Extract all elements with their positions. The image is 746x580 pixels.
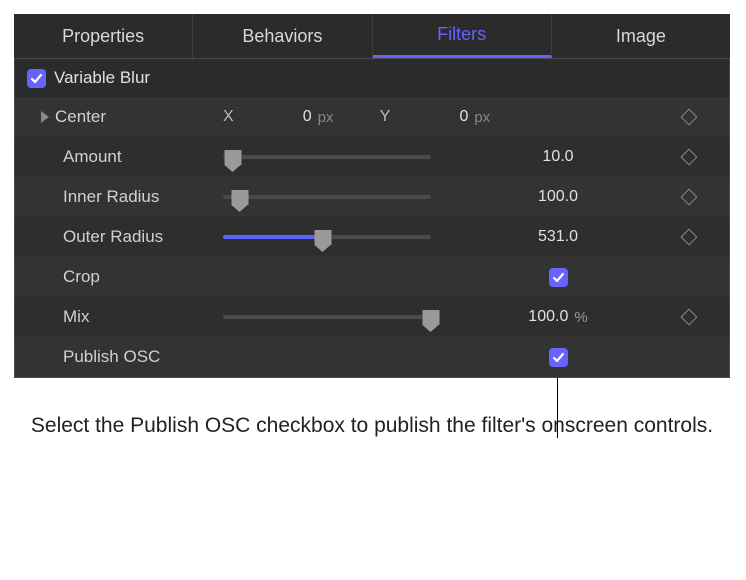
center-y-label: Y bbox=[380, 108, 391, 126]
param-label-inner-radius: Inner Radius bbox=[63, 187, 159, 207]
mix-unit: % bbox=[574, 309, 587, 326]
center-x-value[interactable]: 0 bbox=[240, 108, 312, 126]
param-row-center: Center X 0 px Y 0 px bbox=[15, 97, 729, 137]
caption-text: Select the Publish OSC checkbox to publi… bbox=[14, 412, 730, 440]
param-row-mix: Mix 100.0 % bbox=[15, 297, 729, 337]
publish-osc-checkbox[interactable] bbox=[549, 348, 568, 367]
inspector-tabs: Properties Behaviors Filters Image bbox=[14, 14, 730, 58]
inspector-panel: Properties Behaviors Filters Image Varia… bbox=[14, 14, 730, 378]
param-label-mix: Mix bbox=[63, 307, 89, 327]
filter-title: Variable Blur bbox=[54, 68, 150, 88]
center-x-unit: px bbox=[318, 109, 346, 126]
outer-radius-slider[interactable] bbox=[223, 227, 431, 247]
mix-slider[interactable] bbox=[223, 307, 431, 327]
param-label-crop: Crop bbox=[63, 267, 100, 287]
mix-value[interactable]: 100.0 bbox=[528, 308, 568, 326]
param-row-publish-osc: Publish OSC bbox=[15, 337, 729, 377]
amount-slider[interactable] bbox=[223, 147, 431, 167]
center-y-unit: px bbox=[474, 109, 502, 126]
keyframe-diamond-icon[interactable] bbox=[681, 229, 698, 246]
param-row-inner-radius: Inner Radius 100.0 bbox=[15, 177, 729, 217]
filter-enable-checkbox[interactable] bbox=[27, 69, 46, 88]
inner-radius-slider[interactable] bbox=[223, 187, 431, 207]
slider-thumb-icon[interactable] bbox=[225, 150, 242, 165]
disclosure-triangle-icon[interactable] bbox=[41, 111, 49, 123]
center-x-label: X bbox=[223, 108, 234, 126]
param-row-amount: Amount 10.0 bbox=[15, 137, 729, 177]
param-row-outer-radius: Outer Radius 531.0 bbox=[15, 217, 729, 257]
amount-value[interactable]: 10.0 bbox=[542, 148, 573, 166]
outer-radius-value[interactable]: 531.0 bbox=[538, 228, 578, 246]
tab-properties[interactable]: Properties bbox=[14, 14, 193, 58]
keyframe-diamond-icon[interactable] bbox=[681, 189, 698, 206]
center-y-value[interactable]: 0 bbox=[396, 108, 468, 126]
crop-checkbox[interactable] bbox=[549, 268, 568, 287]
keyframe-diamond-icon[interactable] bbox=[681, 309, 698, 326]
keyframe-diamond-icon[interactable] bbox=[681, 149, 698, 166]
filter-header: Variable Blur bbox=[15, 59, 729, 97]
tab-filters[interactable]: Filters bbox=[373, 14, 552, 58]
slider-thumb-icon[interactable] bbox=[231, 190, 248, 205]
callout: Select the Publish OSC checkbox to publi… bbox=[14, 412, 730, 440]
param-label-publish-osc: Publish OSC bbox=[63, 347, 160, 367]
slider-thumb-icon[interactable] bbox=[314, 230, 331, 245]
param-row-crop: Crop bbox=[15, 257, 729, 297]
keyframe-diamond-icon[interactable] bbox=[681, 109, 698, 126]
tab-image[interactable]: Image bbox=[552, 14, 730, 58]
tab-behaviors[interactable]: Behaviors bbox=[193, 14, 372, 58]
param-label-center: Center bbox=[55, 107, 106, 127]
center-xy-group: X 0 px Y 0 px bbox=[223, 108, 667, 126]
param-label-outer-radius: Outer Radius bbox=[63, 227, 163, 247]
inner-radius-value[interactable]: 100.0 bbox=[538, 188, 578, 206]
callout-line-icon bbox=[557, 378, 558, 438]
slider-thumb-icon[interactable] bbox=[423, 310, 440, 325]
filter-parameters: Variable Blur Center X 0 px Y 0 px Amoun… bbox=[14, 58, 730, 378]
param-label-amount: Amount bbox=[63, 147, 122, 167]
